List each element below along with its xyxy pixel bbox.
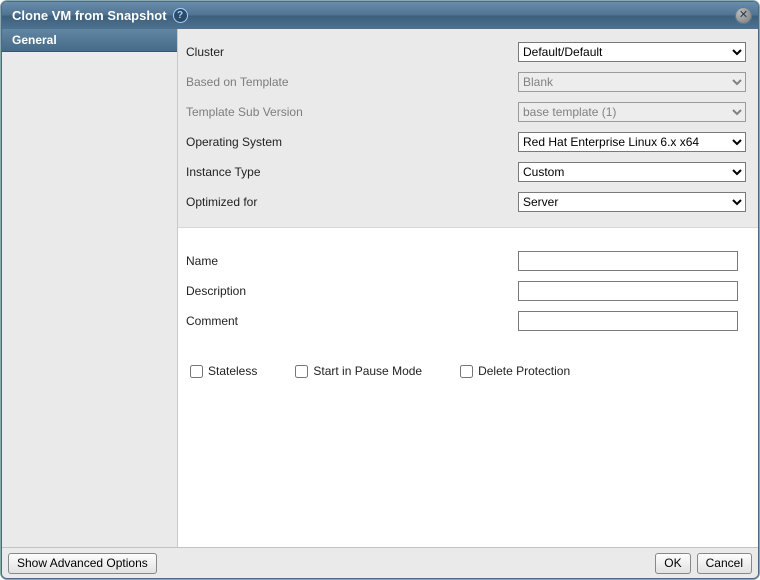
row-template-sub-version: Template Sub Version base template (1) [184, 97, 746, 127]
close-icon[interactable]: ✕ [735, 7, 752, 24]
name-input[interactable] [518, 251, 738, 271]
cluster-label: Cluster [184, 45, 518, 59]
titlebar: Clone VM from Snapshot ? ✕ [2, 2, 758, 29]
stateless-checkbox[interactable] [190, 365, 203, 378]
stateless-check-item[interactable]: Stateless [190, 364, 257, 378]
instance-type-label: Instance Type [184, 165, 518, 179]
row-instance-type: Instance Type Custom [184, 157, 746, 187]
top-form: Cluster Default/Default Based on Templat… [178, 29, 758, 228]
row-description: Description [184, 276, 746, 306]
sidebar: General [2, 29, 178, 547]
based-on-template-label: Based on Template [184, 75, 518, 89]
comment-label: Comment [184, 314, 518, 328]
dialog-footer: Show Advanced Options OK Cancel [2, 547, 758, 578]
clone-vm-dialog: Clone VM from Snapshot ? ✕ General Clust… [1, 1, 759, 579]
template-sub-version-label: Template Sub Version [184, 105, 518, 119]
ok-button[interactable]: OK [655, 553, 690, 574]
operating-system-select[interactable]: Red Hat Enterprise Linux 6.x x64 [518, 132, 746, 152]
checkbox-row: Stateless Start in Pause Mode Delete Pro… [184, 364, 746, 378]
optimized-for-label: Optimized for [184, 195, 518, 209]
cancel-button[interactable]: Cancel [697, 553, 752, 574]
description-input[interactable] [518, 281, 738, 301]
operating-system-label: Operating System [184, 135, 518, 149]
comment-input[interactable] [518, 311, 738, 331]
row-based-on-template: Based on Template Blank [184, 67, 746, 97]
row-comment: Comment [184, 306, 746, 336]
stateless-label: Stateless [208, 364, 257, 378]
cluster-select[interactable]: Default/Default [518, 42, 746, 62]
delete-protection-checkbox[interactable] [460, 365, 473, 378]
delete-protection-check-item[interactable]: Delete Protection [460, 364, 570, 378]
row-optimized-for: Optimized for Server [184, 187, 746, 217]
start-pause-check-item[interactable]: Start in Pause Mode [295, 364, 422, 378]
row-name: Name [184, 246, 746, 276]
row-cluster: Cluster Default/Default [184, 37, 746, 67]
delete-protection-label: Delete Protection [478, 364, 570, 378]
content-area: Cluster Default/Default Based on Templat… [178, 29, 758, 547]
help-icon[interactable]: ? [173, 8, 188, 23]
row-operating-system: Operating System Red Hat Enterprise Linu… [184, 127, 746, 157]
sidebar-item-label: General [12, 33, 57, 47]
instance-type-select[interactable]: Custom [518, 162, 746, 182]
optimized-for-select[interactable]: Server [518, 192, 746, 212]
dialog-title: Clone VM from Snapshot [12, 8, 167, 23]
sidebar-item-general[interactable]: General [2, 29, 177, 52]
start-pause-checkbox[interactable] [295, 365, 308, 378]
name-label: Name [184, 254, 518, 268]
template-sub-version-select: base template (1) [518, 102, 746, 122]
show-advanced-button[interactable]: Show Advanced Options [8, 553, 157, 574]
start-pause-label: Start in Pause Mode [313, 364, 422, 378]
lower-form: Name Description Comment [178, 228, 758, 547]
based-on-template-select: Blank [518, 72, 746, 92]
dialog-body: General Cluster Default/Default Based on… [2, 29, 758, 547]
description-label: Description [184, 284, 518, 298]
